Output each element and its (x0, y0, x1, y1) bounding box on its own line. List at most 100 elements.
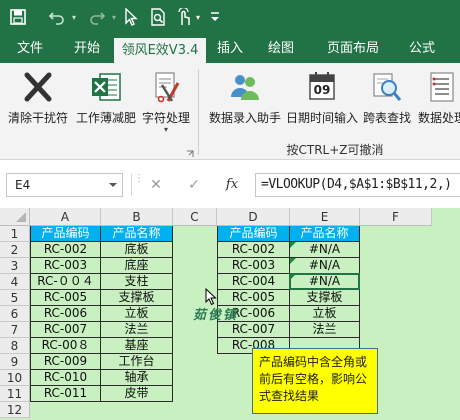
product-name-cell[interactable]: 法兰 (290, 322, 360, 338)
product-code-cell[interactable]: RC-011 (30, 386, 101, 402)
error-indicator-icon (290, 258, 296, 264)
enter-formula-button[interactable]: ✓ (184, 175, 204, 195)
tab-home[interactable]: 开始 (60, 34, 114, 63)
clear-interference-button[interactable]: 清除干扰符 (4, 67, 72, 133)
table-header-cell[interactable]: 产品编码 (217, 226, 290, 242)
annotation-callout: 产品编码中含全角或前后有空格，影响公式查找结果 (252, 348, 378, 414)
cross-sheet-lookup-button[interactable]: 跨表查找 (360, 67, 414, 133)
table-header-cell[interactable]: 产品名称 (101, 226, 173, 242)
product-code-cell[interactable]: RC-007 (30, 322, 101, 338)
row-header-5[interactable]: 5 (0, 290, 30, 306)
product-name-cell[interactable]: 基座 (101, 338, 173, 354)
formula-bar: E4 ⋮ ✕ ✓ fx =VLOOKUP(D4,$A$1:$B$11,2,) (0, 160, 460, 208)
product-name-cell[interactable]: 支柱 (101, 274, 173, 290)
row-header-4[interactable]: 4 (0, 274, 30, 290)
selected-cell-e4[interactable] (289, 273, 360, 290)
product-name-cell[interactable]: 支撑板 (290, 290, 360, 306)
product-name-cell[interactable]: 底座 (101, 258, 173, 274)
column-header-e[interactable]: E (290, 208, 360, 226)
group-separator (198, 69, 199, 155)
row-header-1[interactable]: 1 (0, 226, 30, 242)
print-preview-icon[interactable] (148, 7, 168, 27)
dialog-launcher-icon[interactable] (186, 147, 194, 157)
chevron-down-icon: ▾ (163, 125, 168, 134)
error-indicator-icon (290, 242, 296, 248)
product-code-cell[interactable]: RC-010 (30, 370, 101, 386)
formula-bar-grip[interactable]: ⋮ (134, 174, 144, 194)
people-icon (229, 71, 261, 106)
row-header-9[interactable]: 9 (0, 354, 30, 370)
ribbon-tabs: 文件 开始 领风E效V3.4 插入 绘图 页面布局 公式 (0, 34, 460, 63)
worksheet-grid[interactable]: A B C D E F 1 2 3 4 5 6 7 8 9 10 11 12 产品编码 产品名称 RC-002 底板 RC-… (0, 208, 460, 420)
product-code-cell[interactable]: RC-005 (30, 290, 101, 306)
row-header-3[interactable]: 3 (0, 258, 30, 274)
undo-icon[interactable] (46, 7, 68, 27)
customize-icon[interactable] (208, 7, 222, 27)
column-header-c[interactable]: C (173, 208, 217, 226)
row-header-8[interactable]: 8 (0, 338, 30, 354)
product-name-cell[interactable]: 工作台 (101, 354, 173, 370)
product-code-cell[interactable]: RC-002 (217, 242, 290, 258)
tab-file[interactable]: 文件 (0, 34, 60, 63)
product-code-cell[interactable]: RC-００４ (30, 274, 101, 290)
row-header-10[interactable]: 10 (0, 370, 30, 386)
datetime-input-button[interactable]: 09 日期时间输入 (284, 67, 360, 133)
tab-formulas[interactable]: 公式 (398, 34, 446, 63)
data-processing-button[interactable]: 数据处理 (414, 67, 460, 133)
tab-insert[interactable]: 插入 (206, 34, 254, 63)
touch-mode-icon[interactable] (174, 7, 194, 27)
row-header-11[interactable]: 11 (0, 386, 30, 402)
product-name-cell[interactable]: 法兰 (101, 322, 173, 338)
workbook-slim-button[interactable]: 工作薄减肥 (74, 67, 138, 133)
row-header-6[interactable]: 6 (0, 306, 30, 322)
data-entry-assistant-button[interactable]: 数据录入助手 (206, 67, 284, 133)
cancel-formula-button[interactable]: ✕ (146, 175, 166, 195)
column-header-b[interactable]: B (101, 208, 173, 226)
product-code-cell[interactable]: RC-003 (30, 258, 101, 274)
product-name-cell[interactable]: 立板 (101, 306, 173, 322)
product-name-cell[interactable]: 支撑板 (101, 290, 173, 306)
tab-draw[interactable]: 绘图 (254, 34, 308, 63)
calendar-day-text: 09 (313, 83, 331, 97)
name-box[interactable]: E4 (6, 173, 123, 197)
table-header-cell[interactable]: 产品编码 (30, 226, 101, 242)
column-header-d[interactable]: D (217, 208, 290, 226)
row-header-7[interactable]: 7 (0, 322, 30, 338)
redo-dropdown-icon[interactable]: ▾ (110, 7, 118, 27)
column-header-a[interactable]: A (30, 208, 101, 226)
insert-function-button[interactable]: fx (220, 175, 244, 195)
column-header-f[interactable]: F (360, 208, 432, 226)
redo-icon[interactable] (86, 7, 108, 27)
product-code-cell[interactable]: RC-007 (217, 322, 290, 338)
product-code-cell[interactable]: RC-00８ (30, 338, 101, 354)
product-code-cell[interactable]: RC-004 (217, 274, 290, 290)
save-icon[interactable] (8, 7, 28, 27)
product-code-cell[interactable]: RC-009 (30, 354, 101, 370)
mouse-cursor-icon (205, 287, 217, 309)
undo-dropdown-icon[interactable]: ▾ (70, 7, 78, 27)
product-code-cell[interactable]: RC-002 (30, 242, 101, 258)
formula-input[interactable]: =VLOOKUP(D4,$A$1:$B$11,2,) (255, 173, 460, 197)
product-name-cell[interactable]: 立板 (290, 306, 360, 322)
text-processing-button[interactable]: 字符处理 ▾ (138, 67, 194, 134)
clear-x-icon (23, 71, 53, 106)
text-tools-icon (150, 71, 182, 106)
product-code-cell[interactable]: RC-003 (217, 258, 290, 274)
tab-lingfeng[interactable]: 领风E效V3.4 (114, 38, 206, 63)
name-box-dropdown-icon[interactable] (108, 179, 118, 189)
product-name-cell[interactable]: #N/A (290, 242, 360, 258)
product-name-cell[interactable]: 底板 (101, 242, 173, 258)
product-name-cell[interactable]: 皮带 (101, 386, 173, 402)
product-name-cell[interactable]: 轴承 (101, 370, 173, 386)
table-header-cell[interactable]: 产品名称 (290, 226, 360, 242)
quick-access-toolbar: ▾ ▾ ▾ (0, 0, 460, 34)
data-process-icon (428, 71, 456, 106)
row-header-12[interactable]: 12 (0, 402, 30, 418)
touch-dropdown-icon[interactable]: ▾ (194, 7, 202, 27)
product-code-cell[interactable]: RC-006 (30, 306, 101, 322)
pointer-icon[interactable] (122, 7, 140, 27)
tab-page-layout[interactable]: 页面布局 (308, 34, 398, 63)
row-header-2[interactable]: 2 (0, 242, 30, 258)
product-name-cell[interactable]: #N/A (290, 258, 360, 274)
select-all-corner[interactable] (0, 208, 30, 226)
